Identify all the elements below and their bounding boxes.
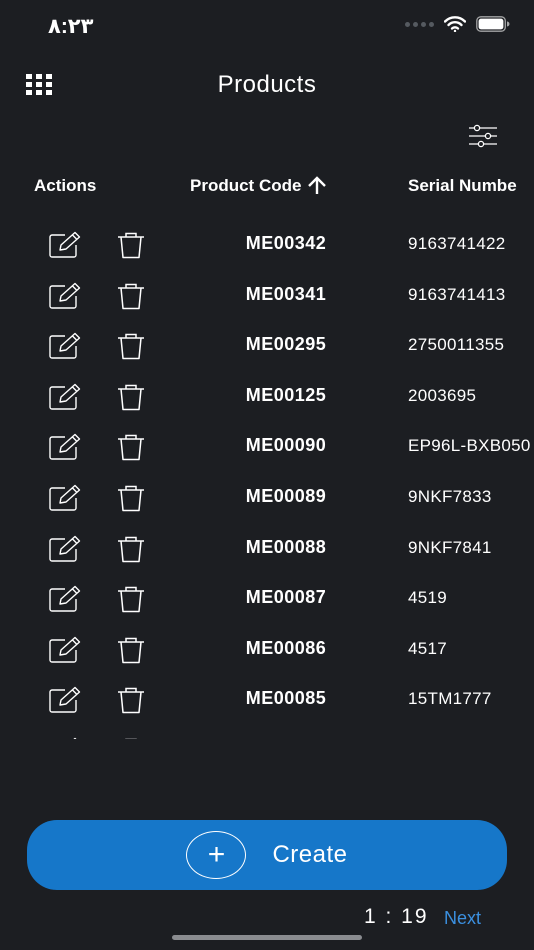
- signal-icon: [405, 21, 434, 27]
- product-code-cell: ME00088: [245, 536, 327, 557]
- serial-number-cell: 9NKF7833: [408, 486, 492, 506]
- filter-sliders-icon[interactable]: [468, 124, 498, 148]
- trash-icon[interactable]: [116, 535, 146, 563]
- trash-icon[interactable]: [116, 332, 146, 360]
- table-row: ME00088 9NKF7841: [0, 523, 534, 574]
- edit-icon[interactable]: [48, 484, 82, 512]
- column-header-product-code-label: Product Code: [190, 176, 302, 195]
- trash-icon[interactable]: [116, 686, 146, 714]
- trash-icon[interactable]: [116, 433, 146, 461]
- battery-icon: [476, 16, 510, 32]
- home-indicator: [172, 935, 362, 940]
- product-code-cell: ME00089: [245, 485, 327, 506]
- edit-icon[interactable]: [48, 282, 82, 310]
- table-row: ME00342 9163741422: [0, 219, 534, 270]
- serial-number-cell: EP96L-BXB050: [408, 436, 531, 456]
- trash-icon[interactable]: [116, 282, 146, 310]
- serial-number-cell: 15TM1777: [408, 689, 492, 709]
- column-header-actions: Actions: [34, 176, 97, 195]
- next-page-link[interactable]: Next: [444, 908, 481, 929]
- product-code-cell: ME00342: [245, 233, 327, 253]
- trash-icon[interactable]: [116, 484, 146, 512]
- column-header-serial-number[interactable]: Serial Numbe: [408, 176, 517, 196]
- table-row: ME00087 4519: [0, 573, 534, 624]
- table-row: ME00295 2750011355: [0, 320, 534, 371]
- page-indicator: 1 : 19: [364, 905, 429, 928]
- wifi-icon: [444, 16, 466, 32]
- edit-icon[interactable]: [48, 686, 82, 714]
- trash-icon[interactable]: [116, 636, 146, 664]
- arrow-up-icon: [308, 176, 327, 194]
- serial-number-cell: 4519: [408, 588, 448, 608]
- status-time: ٨:٢٣: [48, 15, 94, 38]
- create-button[interactable]: + Create: [27, 820, 507, 890]
- table-row: ME00085 15TM1777: [0, 674, 534, 725]
- serial-number-cell: 2750011355: [408, 335, 505, 355]
- serial-number-cell: 9163741422: [408, 234, 506, 253]
- table-header: Actions Product Code Serial Numbe: [0, 176, 534, 200]
- trash-icon[interactable]: [116, 231, 146, 259]
- trash-icon[interactable]: [116, 383, 146, 411]
- status-icons: [405, 16, 510, 32]
- edit-icon[interactable]: [48, 383, 82, 411]
- table-row: ME00084 15TM1737: [0, 725, 534, 739]
- table-row: ME00089 9NKF7833: [0, 472, 534, 523]
- product-table: ME00342 9163741422 ME00341 9163741413 ME…: [0, 219, 534, 739]
- product-code-cell: ME00085: [245, 688, 327, 709]
- table-row: ME00090 EP96L-BXB050: [0, 421, 534, 472]
- product-code-cell: ME00295: [245, 334, 327, 355]
- column-header-product-code[interactable]: Product Code: [190, 176, 327, 196]
- product-code-cell: ME00086: [245, 637, 327, 658]
- edit-icon[interactable]: [48, 585, 82, 613]
- serial-number-cell: 9NKF7841: [408, 537, 492, 557]
- trash-icon[interactable]: [116, 585, 146, 613]
- create-button-label: Create: [272, 841, 348, 868]
- edit-icon[interactable]: [48, 535, 82, 563]
- table-row: ME00341 9163741413: [0, 270, 534, 321]
- product-code-cell: ME00125: [245, 384, 327, 405]
- serial-number-cell: 4517: [408, 638, 448, 658]
- edit-icon[interactable]: [48, 332, 82, 360]
- edit-icon[interactable]: [48, 737, 82, 739]
- plus-circle-icon: +: [186, 831, 247, 879]
- edit-icon[interactable]: [48, 636, 82, 664]
- product-code-cell: ME00090: [245, 435, 327, 456]
- table-row: ME00086 4517: [0, 624, 534, 675]
- edit-icon[interactable]: [48, 231, 82, 259]
- page-title: Products: [217, 71, 317, 98]
- table-row: ME00125 2003695: [0, 371, 534, 422]
- trash-icon[interactable]: [116, 737, 146, 739]
- serial-number-cell: 9163741413: [408, 284, 506, 304]
- product-code-cell: ME00087: [245, 587, 327, 608]
- serial-number-cell: 2003695: [408, 385, 477, 405]
- product-code-cell: ME00341: [245, 283, 327, 304]
- edit-icon[interactable]: [48, 433, 82, 461]
